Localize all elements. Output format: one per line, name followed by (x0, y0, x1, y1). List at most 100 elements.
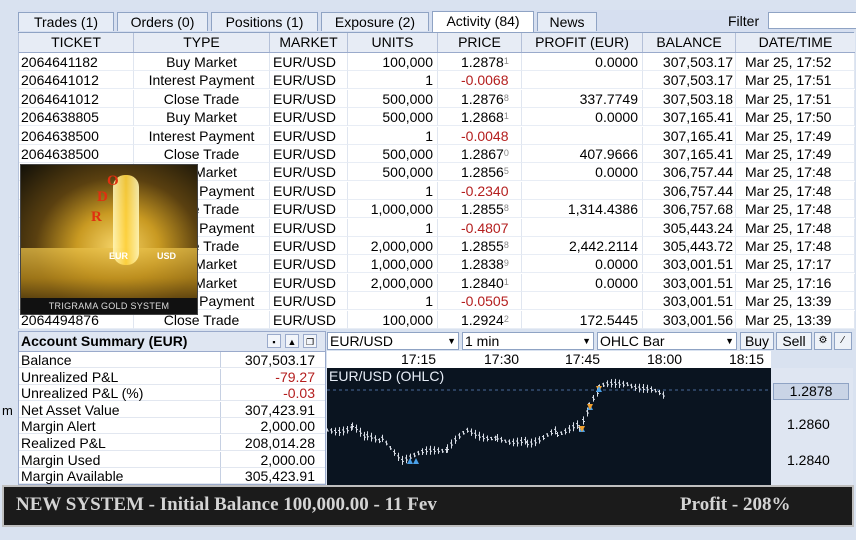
cell-units: 1 (348, 218, 438, 237)
cell-balance-text: 303,001.51 (662, 256, 733, 273)
chart-type-select[interactable]: OHLC Bar ▼ (597, 332, 737, 350)
cell-profit (522, 218, 643, 237)
column-header-profit[interactable]: PROFIT (EUR) (522, 33, 643, 52)
price-pip-digit: 8 (503, 92, 509, 103)
cell-market-text: EUR/USD (273, 311, 337, 328)
cell-price: 1.28558 (438, 237, 522, 255)
account-row-label: Unrealized P&L (%) (19, 385, 221, 402)
cell-datetime-text: Mar 25, 17:48 (745, 219, 832, 236)
cell-units-text: 500,000 (382, 164, 433, 181)
collapse-up-icon[interactable]: ▲ (285, 334, 299, 348)
column-header-units[interactable]: UNITS (348, 33, 438, 52)
cell-market: EUR/USD (270, 292, 348, 311)
table-row[interactable]: 2064641012 Close Trade EUR/USD 500,000 1.287… (19, 89, 855, 108)
cell-market-text: EUR/USD (273, 164, 337, 181)
account-row: Net Asset Value 307,423.91 (19, 401, 325, 419)
tab-news[interactable]: News (537, 12, 597, 31)
chart-type-select-value: OHLC Bar (600, 333, 665, 349)
price-pip-digit: 1 (503, 111, 509, 122)
table-row[interactable]: 2064638500 Close Trade EUR/USD 500,000 1.286… (19, 145, 855, 163)
tab-trades[interactable]: Trades (1) (18, 12, 114, 31)
cell-datetime: Mar 25, 17:51 (736, 89, 855, 108)
cell-price: -0.0068 (438, 71, 522, 90)
cell-type-text: Buy Market (166, 54, 237, 70)
column-header-balance[interactable]: BALANCE (643, 33, 736, 52)
buy-button[interactable]: Buy (740, 332, 774, 350)
tab-orders[interactable]: Orders (0) (117, 12, 208, 31)
interval-select-value: 1 min (465, 333, 500, 349)
tab-exposure[interactable]: Exposure (2) (321, 12, 429, 31)
chart-settings-icon[interactable]: ⚙ (814, 332, 832, 350)
cell-price: 1.28565 (438, 163, 522, 182)
ohlc-plot-area[interactable]: EUR/USD (OHLC) (327, 368, 771, 485)
cell-units-text: 2,000,000 (370, 274, 433, 291)
cell-market-text: EUR/USD (273, 72, 337, 89)
cell-market: EUR/USD (270, 126, 348, 145)
cell-market: EUR/USD (270, 89, 348, 108)
filter-input[interactable] (768, 12, 856, 29)
table-row[interactable]: 2064638805 Buy Market EUR/USD 500,000 1.2868… (19, 108, 855, 127)
cell-market-text: EUR/USD (273, 238, 337, 254)
cell-profit (522, 71, 643, 90)
account-row-value: -79.27 (221, 369, 325, 385)
cell-datetime-text: Mar 25, 17:48 (745, 182, 832, 199)
cell-profit-text: 407.9666 (579, 146, 638, 162)
buy-trade-marker-icon (413, 458, 419, 464)
cell-datetime: Mar 25, 17:49 (736, 126, 855, 145)
interval-select[interactable]: 1 min ▼ (462, 332, 594, 350)
column-header-market[interactable]: MARKET (270, 33, 348, 52)
cell-balance-text: 306,757.68 (662, 201, 733, 218)
cell-balance: 307,165.41 (643, 108, 736, 127)
cell-balance-text: 307,503.17 (662, 54, 733, 70)
cell-profit: 2,442.2114 (522, 237, 643, 255)
cell-balance: 307,165.41 (643, 126, 736, 145)
cell-type: Interest Payment (134, 126, 270, 145)
ohlc-series (327, 378, 665, 465)
sell-button[interactable]: Sell (776, 332, 812, 350)
column-header-datetime[interactable]: DATE/TIME (736, 33, 855, 52)
time-tick-label: 17:30 (484, 351, 520, 367)
buy-trade-marker-icon (407, 458, 413, 464)
chevron-down-icon: ▼ (447, 336, 456, 346)
cell-units-text: 1 (425, 182, 433, 199)
cell-units-text: 500,000 (382, 90, 433, 107)
cell-balance-text: 303,001.51 (662, 293, 733, 310)
tab-activity[interactable]: Activity (84) (432, 11, 534, 32)
cell-ticket-text: 2064638500 (21, 127, 99, 144)
restore-window-icon[interactable]: ❐ (303, 334, 317, 348)
cell-datetime: Mar 25, 17:49 (736, 145, 855, 163)
cell-market: EUR/USD (270, 218, 348, 237)
cell-datetime: Mar 25, 17:17 (736, 255, 855, 274)
cell-balance-text: 306,757.44 (662, 182, 733, 199)
table-row[interactable]: 2064641182 Buy Market EUR/USD 100,000 1.2878… (19, 53, 855, 71)
cell-market-text: EUR/USD (273, 182, 337, 199)
cell-market: EUR/USD (270, 255, 348, 274)
cell-units-text: 1,000,000 (370, 256, 433, 273)
table-row[interactable]: 2064638500 Interest Payment EUR/USD 1 -0.004… (19, 126, 855, 145)
tab-positions[interactable]: Positions (1) (211, 12, 318, 31)
account-summary-header: Account Summary (EUR) ▪ ▲ ❐ (19, 332, 325, 352)
cell-market: EUR/USD (270, 53, 348, 71)
cell-balance: 305,443.24 (643, 218, 736, 237)
table-row[interactable]: 2064641012 Interest Payment EUR/USD 1 -0.006… (19, 71, 855, 90)
cell-price-text: -0.0505 (461, 293, 509, 310)
ohlc-bars (327, 378, 771, 465)
account-row: Balance 307,503.17 (19, 352, 325, 369)
cell-ticket: 2064638500 (19, 145, 134, 163)
cell-datetime-text: Mar 25, 17:51 (745, 90, 832, 107)
cell-datetime-text: Mar 25, 17:51 (745, 72, 832, 89)
cell-profit (522, 126, 643, 145)
cell-market-text: EUR/USD (273, 256, 337, 273)
panel-menu-icon[interactable]: ▪ (267, 334, 281, 348)
cell-market-text: EUR/USD (273, 109, 337, 126)
cell-price: 1.28681 (438, 108, 522, 127)
instrument-select[interactable]: EUR/USD ▼ (327, 332, 459, 350)
column-header-price[interactable]: PRICE (438, 33, 522, 52)
cell-units: 1 (348, 292, 438, 311)
cell-price: -0.4807 (438, 218, 522, 237)
column-header-ticket[interactable]: TICKET (19, 33, 134, 52)
cell-profit-text: 0.0000 (595, 164, 638, 181)
cell-balance-text: 303,001.56 (662, 311, 733, 328)
draw-line-icon[interactable]: ∕ (834, 332, 852, 350)
column-header-type[interactable]: TYPE (134, 33, 270, 52)
